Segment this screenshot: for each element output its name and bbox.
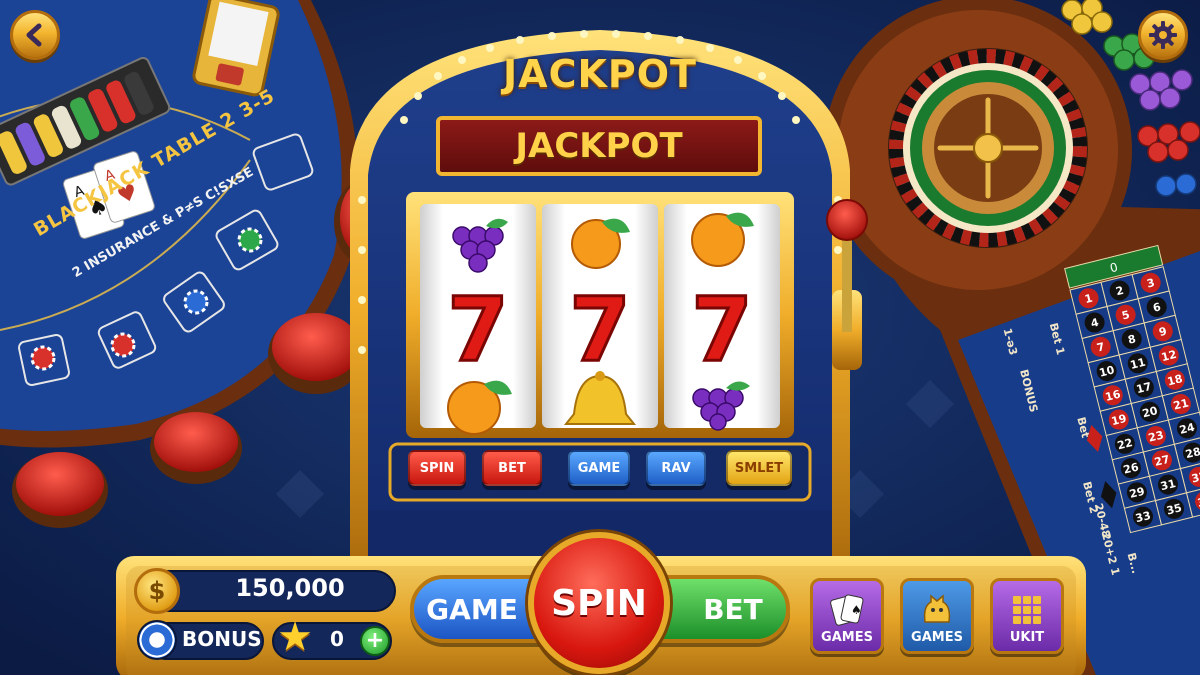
grid-icon (1013, 596, 1041, 624)
games-label-2: GAMES (911, 630, 963, 645)
spin-button[interactable]: SPIN (528, 532, 670, 674)
balance-value: 150,000 (235, 574, 345, 602)
cards-icon: ♠ (830, 594, 864, 626)
add-stars-button[interactable]: + (360, 626, 390, 656)
ukit-button[interactable]: UKIT (990, 578, 1064, 654)
back-button[interactable] (10, 10, 60, 60)
slot-game-button[interactable]: GAME (568, 450, 630, 486)
slot-rav-button[interactable]: RAV (646, 450, 706, 486)
slot-marquee-title: JACKPOT (503, 52, 697, 96)
star-icon: ★ (277, 614, 313, 660)
bet-button[interactable]: BET (650, 575, 790, 643)
svg-text:♠: ♠ (851, 603, 862, 617)
seven-symbol-r1: 7 (447, 280, 508, 370)
games-label-1: GAMES (821, 630, 873, 645)
bonus-label: BONUS (182, 627, 262, 651)
slot-spin-button[interactable]: SPIN (408, 450, 466, 486)
star-count: 0 (330, 627, 344, 651)
sevens-row: 7 7 7 (446, 280, 754, 370)
cat-icon (923, 594, 951, 623)
seven-symbol-r3: 7 (691, 280, 752, 370)
gear-icon (1149, 21, 1177, 49)
slot-smlet-button[interactable]: SMLET (726, 450, 792, 486)
arrow-left-icon (26, 23, 42, 47)
jackpot-panel: JACKPOT (436, 116, 762, 176)
ukit-label: UKIT (1009, 630, 1045, 645)
games-button-cards[interactable]: ♠ GAMES (810, 578, 884, 654)
seven-symbol-r2: 7 (569, 280, 630, 370)
coin-icon: $ (134, 568, 180, 614)
games-button-cat[interactable]: GAMES (900, 578, 974, 654)
slot-bet-button[interactable]: BET (482, 450, 542, 486)
settings-button[interactable] (1138, 10, 1188, 60)
poker-chip-icon (137, 620, 177, 660)
